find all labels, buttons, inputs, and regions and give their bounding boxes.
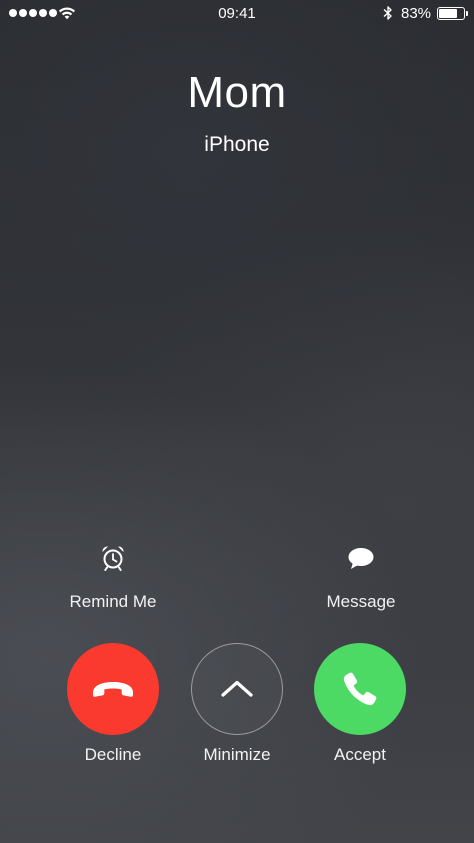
remind-me-label: Remind Me [69,592,157,611]
battery-percent: 83% [401,5,432,22]
chevron-up-icon [221,680,253,697]
remind-me-button[interactable]: Remind Me [38,543,188,612]
speech-bubble-icon [348,548,374,569]
battery-icon [437,7,468,20]
decline-circle[interactable] [67,643,159,735]
accept-circle[interactable] [314,643,406,735]
phone-hangup-icon [93,682,133,697]
accept-label: Accept [334,745,386,764]
alarm-clock-icon [102,546,124,571]
message-button[interactable]: Message [286,543,436,612]
status-bar: 09:41 83% [0,0,474,28]
message-label: Message [326,592,396,611]
accept-button[interactable]: Accept [280,643,440,765]
phone-icon [343,672,377,706]
caller-name: Mom [187,68,287,117]
bluetooth-icon [383,6,392,20]
minimize-circle[interactable] [191,643,283,735]
caller-device-label: iPhone [204,133,270,156]
battery-level-fill [439,9,457,18]
